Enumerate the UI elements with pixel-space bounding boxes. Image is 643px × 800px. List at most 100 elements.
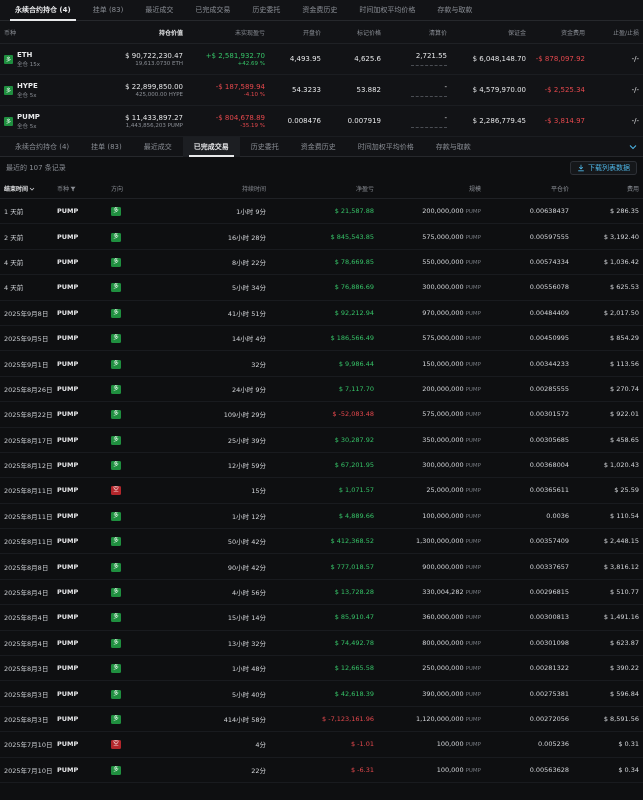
liq-distance-bar <box>411 124 447 128</box>
history-tab-7[interactable]: 存款与取款 <box>425 137 482 157</box>
coin[interactable]: PUMP <box>53 233 107 241</box>
col-end-time[interactable]: 结束时间 <box>0 184 53 193</box>
download-button[interactable]: 下载列表数据 <box>570 160 637 175</box>
col-direction[interactable]: 方向 <box>107 184 177 193</box>
net-pnl: $ 9,986.44 <box>338 359 374 368</box>
coin[interactable]: PUMP <box>53 512 107 520</box>
coin[interactable]: PUMP <box>53 588 107 596</box>
top-tab-4[interactable]: 历史委托 <box>241 0 291 21</box>
col-close-price[interactable]: 平仓价 <box>485 184 573 193</box>
size-unit: PUMP <box>465 640 481 647</box>
col-size[interactable]: 规模 <box>378 184 485 193</box>
coin[interactable]: PUMP <box>53 334 107 342</box>
size-cell: 970,000,000 PUMP <box>378 309 485 317</box>
top-tab-6[interactable]: 时间加权平均价格 <box>348 0 426 21</box>
position-coin-cell[interactable]: 多 PUMP 全仓 5x <box>0 113 120 130</box>
close-price: 0.00365611 <box>529 486 569 495</box>
col-fee[interactable]: 费用 <box>573 184 643 193</box>
col-net-pnl[interactable]: 净盈亏 <box>270 184 378 193</box>
size-value: 1,300,000,000 <box>416 537 464 546</box>
col-liq-price[interactable]: 清算价 <box>385 28 451 37</box>
top-tab-5[interactable]: 资金费历史 <box>291 0 348 21</box>
coin[interactable]: PUMP <box>53 309 107 317</box>
tpsl-value[interactable]: -/- <box>589 86 643 94</box>
history-tab-1[interactable]: 挂单 (83) <box>80 137 133 157</box>
mark-price: 53.882 <box>356 86 382 94</box>
top-tab-1[interactable]: 挂单 (83) <box>82 0 135 21</box>
col-unrealized-pnl[interactable]: 未实现盈亏 <box>187 28 269 37</box>
size-value: 550,000,000 <box>422 257 464 266</box>
coin[interactable]: PUMP <box>53 283 107 291</box>
table-row: 2 天前 PUMP 多 16小时 28分 $ 845,543.85 575,000,000… <box>0 224 643 250</box>
size-cell: 100,000 PUMP <box>378 766 485 774</box>
table-row: 2025年8月4日 PUMP 多 13小时 32分 $ 74,492.78 800,000… <box>0 631 643 657</box>
col-position-value[interactable]: 持仓价值 <box>120 28 187 37</box>
size-value: 300,000,000 <box>422 461 464 470</box>
position-value-cell: $ 22,899,850.00 425,000.00 HYPE <box>120 83 187 98</box>
col-duration[interactable]: 持续时间 <box>177 184 270 193</box>
coin[interactable]: PUMP <box>53 639 107 647</box>
direction-cell: 多 <box>107 384 177 394</box>
col-coin[interactable]: 币种 <box>0 28 120 37</box>
coin[interactable]: PUMP <box>53 690 107 698</box>
col-margin[interactable]: 保证金 <box>451 28 530 37</box>
direction-badge: 多 <box>111 232 121 242</box>
col-funding[interactable]: 资金费用 <box>530 28 589 37</box>
size-unit: PUMP <box>465 666 481 673</box>
coin[interactable]: PUMP <box>53 740 107 748</box>
coin[interactable]: PUMP <box>53 613 107 621</box>
table-row: 2025年9月8日 PUMP 多 41小时 51分 $ 92,212.94 970,000… <box>0 301 643 326</box>
coin[interactable]: PUMP <box>53 563 107 571</box>
table-row: 2025年8月4日 PUMP 多 4小时 56分 $ 13,728.28 330,004,… <box>0 580 643 606</box>
top-tab-7[interactable]: 存款与取款 <box>426 0 483 21</box>
direction-cell: 多 <box>107 714 177 724</box>
size-value: 250,000,000 <box>422 664 464 673</box>
coin[interactable]: PUMP <box>53 664 107 672</box>
col-tpsl[interactable]: 止盈/止损 <box>589 28 643 37</box>
history-tab-5[interactable]: 资金费历史 <box>290 137 347 157</box>
top-tab-0[interactable]: 永续合约持仓 (4) <box>4 0 82 21</box>
coin[interactable]: PUMP <box>53 258 107 266</box>
size-cell: 25,000,000 PUMP <box>378 486 485 494</box>
net-pnl: $ 12,665.58 <box>334 664 374 673</box>
coin[interactable]: PUMP <box>53 360 107 368</box>
col-coin-filter[interactable]: 币种 <box>53 184 107 193</box>
fee: $ 623.87 <box>610 638 639 647</box>
tpsl-value[interactable]: -/- <box>589 117 643 125</box>
coin[interactable]: PUMP <box>53 436 107 444</box>
coin[interactable]: PUMP <box>53 766 107 774</box>
position-coin-cell[interactable]: 多 ETH 全仓 15x <box>0 51 120 68</box>
coin[interactable]: PUMP <box>53 537 107 545</box>
size-value: 200,000,000 <box>422 207 464 216</box>
direction-cell: 多 <box>107 460 177 471</box>
top-tab-3[interactable]: 已完成交易 <box>184 0 241 21</box>
liq-price: - <box>444 83 447 91</box>
liq-price-cell: - <box>385 83 451 97</box>
direction-badge: 空 <box>111 740 121 750</box>
history-tab-3[interactable]: 已完成交易 <box>182 136 240 157</box>
size-value: 575,000,000 <box>422 232 464 241</box>
direction-cell: 多 <box>107 333 177 344</box>
coin[interactable]: PUMP <box>53 461 107 469</box>
history-tab-4[interactable]: 历史委托 <box>240 137 290 157</box>
coin[interactable]: PUMP <box>53 410 107 418</box>
col-mark-price[interactable]: 标记价格 <box>325 28 385 37</box>
position-coin-cell[interactable]: 多 HYPE 全仓 5x <box>0 82 120 99</box>
unrealized-pnl-cell: +$ 2,581,932.70 +42.69 % <box>187 52 269 67</box>
size-value: 575,000,000 <box>422 410 464 419</box>
coin[interactable]: PUMP <box>53 486 107 494</box>
col-entry-price[interactable]: 开盘价 <box>269 28 325 37</box>
close-price: 0.00281322 <box>529 664 569 673</box>
margin-mode: 全仓 5x <box>17 123 37 130</box>
history-tab-0[interactable]: 永续合约持仓 (4) <box>4 137 80 157</box>
coin[interactable]: PUMP <box>53 385 107 393</box>
collapse-chevron-icon[interactable] <box>629 143 637 151</box>
coin[interactable]: PUMP <box>53 715 107 723</box>
tpsl-value[interactable]: -/- <box>589 55 643 63</box>
size-unit: PUMP <box>465 742 481 749</box>
top-tab-2[interactable]: 最近成交 <box>134 0 184 21</box>
coin[interactable]: PUMP <box>53 207 107 215</box>
history-tab-6[interactable]: 时间加权平均价格 <box>347 137 425 157</box>
history-tab-2[interactable]: 最近成交 <box>133 137 183 157</box>
table-row: 2025年8月11日 PUMP 多 50小时 42分 $ 412,368.52 1,300… <box>0 529 643 555</box>
